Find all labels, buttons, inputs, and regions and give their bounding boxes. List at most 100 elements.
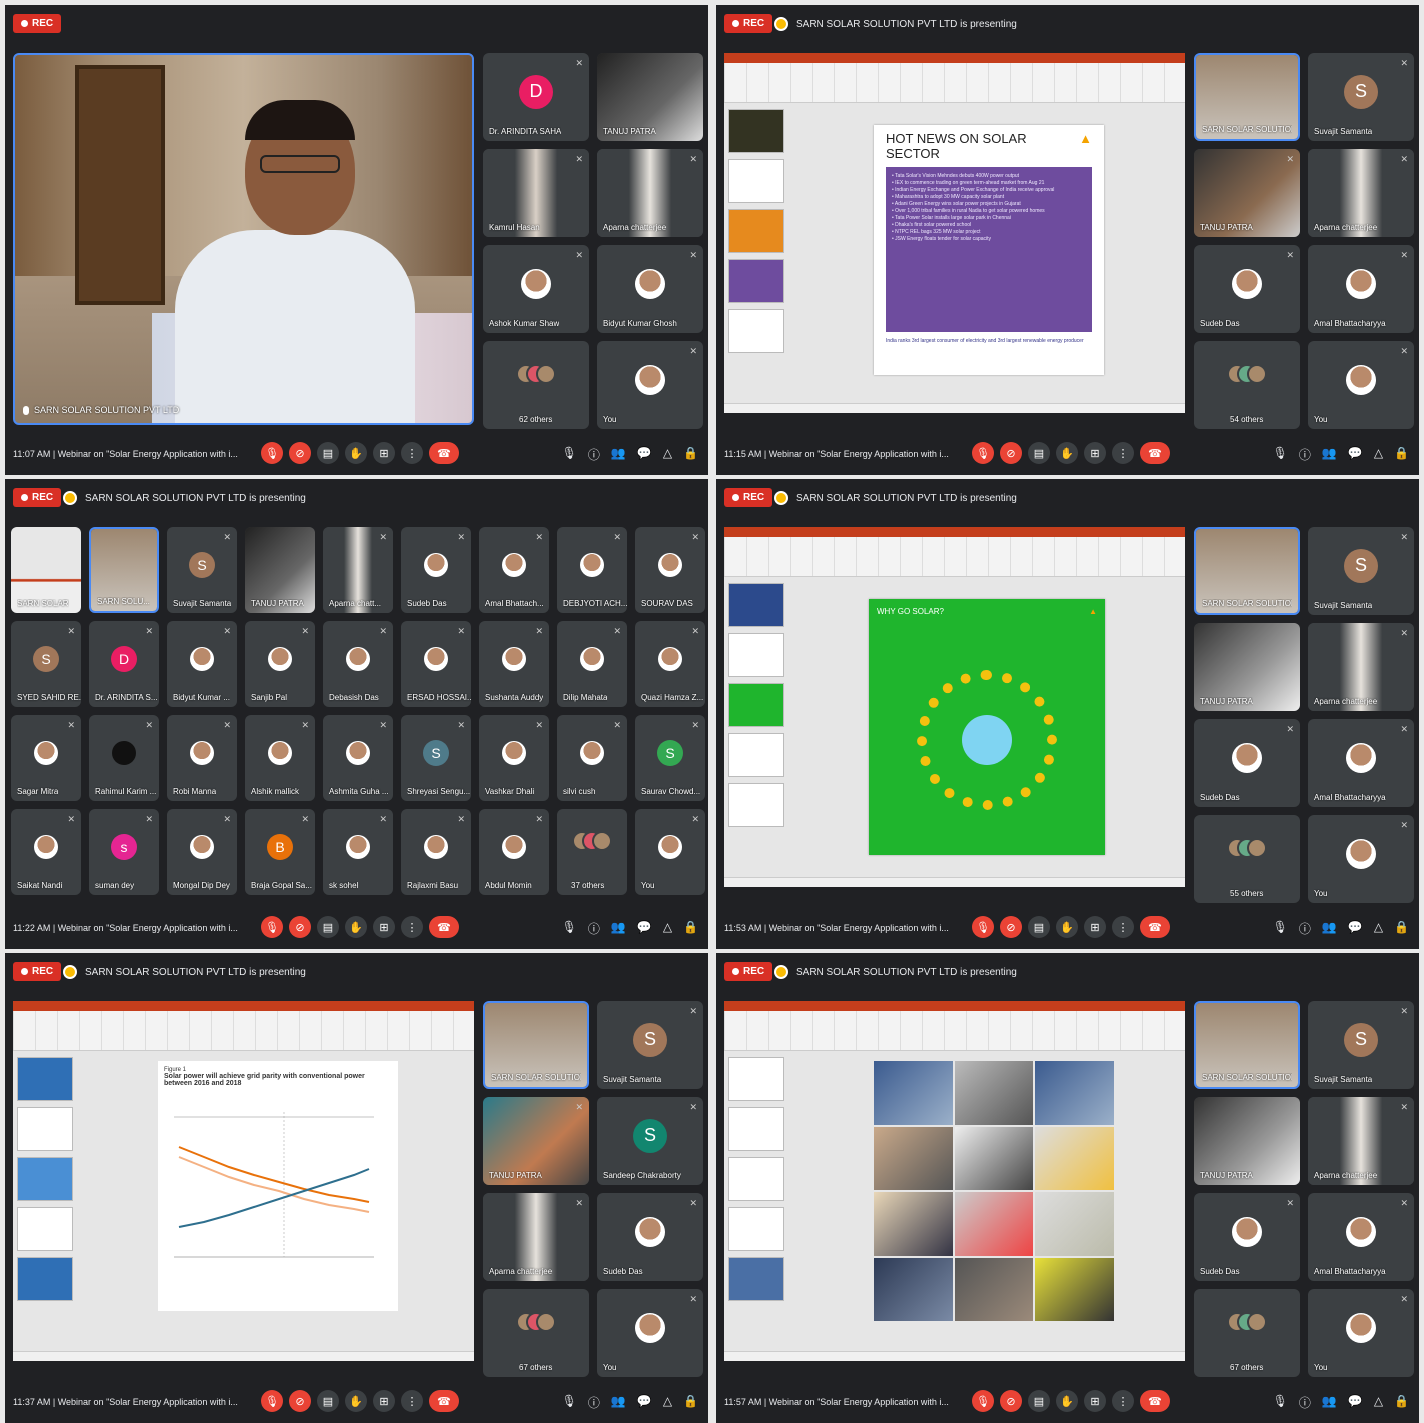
- participant-tile[interactable]: ✕ Sushanta Auddy: [479, 621, 549, 707]
- participant-tile[interactable]: ✕ Sudeb Das: [597, 1193, 703, 1281]
- more-icon[interactable]: ⋮: [1112, 442, 1134, 464]
- participant-tile[interactable]: ✕ Amal Bhattacharyya: [1308, 245, 1414, 333]
- more-icon[interactable]: ⋮: [1112, 916, 1134, 938]
- self-tile[interactable]: ✕ You: [597, 341, 703, 429]
- info-icon[interactable]: ⓘ: [588, 920, 600, 937]
- others-tile[interactable]: 62 others: [483, 341, 589, 429]
- participant-tile[interactable]: S ✕ Saurav Chowd...: [635, 715, 705, 801]
- captions-icon[interactable]: ▤: [317, 442, 339, 464]
- mic-off-icon[interactable]: 🎙: [261, 442, 283, 464]
- hand-icon[interactable]: ✋: [345, 442, 367, 464]
- mic-off-icon[interactable]: 🎙: [972, 1390, 994, 1412]
- present-icon[interactable]: ⊞: [1084, 1390, 1106, 1412]
- participant-tile[interactable]: ✕ Sagar Mitra: [11, 715, 81, 801]
- others-tile[interactable]: 55 others: [1194, 815, 1300, 903]
- camera-off-icon[interactable]: ⊘: [1000, 442, 1022, 464]
- captions-icon[interactable]: ▤: [1028, 442, 1050, 464]
- people-icon[interactable]: 👥: [1322, 446, 1337, 463]
- mic-off-icon[interactable]: 🎙: [972, 916, 994, 938]
- mic-icon[interactable]: 🎙: [562, 1394, 577, 1411]
- participant-tile[interactable]: ✕ Rahimul Karim ...: [89, 715, 159, 801]
- participant-tile[interactable]: ✕ Saikat Nandi: [11, 809, 81, 895]
- participant-tile[interactable]: ✕ Sudeb Das: [1194, 245, 1300, 333]
- camera-off-icon[interactable]: ⊘: [289, 1390, 311, 1412]
- end-call-button[interactable]: ☎: [429, 916, 459, 938]
- participant-tile[interactable]: ✕ Mongal Dip Dey: [167, 809, 237, 895]
- main-speaker-video[interactable]: SARN SOLAR SOLUTION PVT LTD: [13, 53, 474, 425]
- participant-tile[interactable]: ✕ silvi cush: [557, 715, 627, 801]
- participant-tile[interactable]: S ✕ Sandeep Chakraborty: [597, 1097, 703, 1185]
- lock-icon[interactable]: 🔒: [683, 446, 698, 463]
- lock-icon[interactable]: 🔒: [683, 920, 698, 937]
- info-icon[interactable]: ⓘ: [1299, 1394, 1311, 1411]
- participant-tile[interactable]: ✕ TANUJ PATRA: [483, 1097, 589, 1185]
- camera-off-icon[interactable]: ⊘: [289, 916, 311, 938]
- participant-tile[interactable]: SARN SOLAR SOLUTION: [1194, 527, 1300, 615]
- participant-tile[interactable]: S ✕ Shreyasi Sengu...: [401, 715, 471, 801]
- participant-tile[interactable]: ✕ Sanjib Pal: [245, 621, 315, 707]
- participant-tile[interactable]: ✕ Aparna chatterjee: [1308, 1097, 1414, 1185]
- participant-tile[interactable]: ✕ Ashmita Guha ...: [323, 715, 393, 801]
- present-icon[interactable]: ⊞: [373, 916, 395, 938]
- participant-tile[interactable]: ✕ Aparna chatterjee: [597, 149, 703, 237]
- info-icon[interactable]: ⓘ: [588, 446, 600, 463]
- participant-tile[interactable]: ✕ Kamrul Hasan: [483, 149, 589, 237]
- activities-icon[interactable]: △: [663, 1394, 672, 1411]
- mic-icon[interactable]: 🎙: [1273, 446, 1288, 463]
- hand-icon[interactable]: ✋: [1056, 442, 1078, 464]
- more-icon[interactable]: ⋮: [401, 916, 423, 938]
- participant-tile[interactable]: ✕ Amal Bhattach...: [479, 527, 549, 613]
- chat-icon[interactable]: 💬: [1348, 920, 1363, 937]
- shared-presentation[interactable]: Figure 1 Solar power will achieve grid p…: [13, 1001, 474, 1361]
- camera-off-icon[interactable]: ⊘: [1000, 916, 1022, 938]
- others-tile[interactable]: 67 others: [483, 1289, 589, 1377]
- shared-presentation[interactable]: WHY GO SOLAR? ▲: [724, 527, 1185, 887]
- participant-tile[interactable]: ✕ SOURAV DAS: [635, 527, 705, 613]
- chat-icon[interactable]: 💬: [637, 920, 652, 937]
- participant-tile[interactable]: SARN SOLAR: [11, 527, 81, 613]
- chat-icon[interactable]: 💬: [637, 446, 652, 463]
- end-call-button[interactable]: ☎: [1140, 916, 1170, 938]
- participant-tile[interactable]: S ✕ Suvajit Samanta: [1308, 1001, 1414, 1089]
- chat-icon[interactable]: 💬: [1348, 1394, 1363, 1411]
- people-icon[interactable]: 👥: [1322, 920, 1337, 937]
- more-icon[interactable]: ⋮: [401, 442, 423, 464]
- people-icon[interactable]: 👥: [611, 920, 626, 937]
- self-tile[interactable]: ✕ You: [1308, 1289, 1414, 1377]
- participant-tile[interactable]: s ✕ suman dey: [89, 809, 159, 895]
- mic-icon[interactable]: 🎙: [562, 446, 577, 463]
- participant-tile[interactable]: S ✕ SYED SAHID RE...: [11, 621, 81, 707]
- participant-tile[interactable]: SARN SOLAR SOLUTION: [1194, 1001, 1300, 1089]
- people-icon[interactable]: 👥: [1322, 1394, 1337, 1411]
- participant-tile[interactable]: ✕ TANUJ PATRA: [1194, 149, 1300, 237]
- mic-off-icon[interactable]: 🎙: [261, 1390, 283, 1412]
- participant-tile[interactable]: S ✕ Suvajit Samanta: [1308, 527, 1414, 615]
- self-tile[interactable]: ✕ You: [1308, 815, 1414, 903]
- others-tile[interactable]: 37 others: [557, 809, 627, 895]
- participant-tile[interactable]: ✕ ERSAD HOSSAI...: [401, 621, 471, 707]
- activities-icon[interactable]: △: [663, 446, 672, 463]
- participant-tile[interactable]: ✕ Robi Manna: [167, 715, 237, 801]
- camera-off-icon[interactable]: ⊘: [1000, 1390, 1022, 1412]
- participant-tile[interactable]: ✕ Amal Bhattacharyya: [1308, 719, 1414, 807]
- others-tile[interactable]: 54 others: [1194, 341, 1300, 429]
- participant-tile[interactable]: TANUJ PATRA: [1194, 623, 1300, 711]
- chat-icon[interactable]: 💬: [1348, 446, 1363, 463]
- end-call-button[interactable]: ☎: [1140, 1390, 1170, 1412]
- participant-tile[interactable]: ✕ Aparna chatterjee: [1308, 623, 1414, 711]
- present-icon[interactable]: ⊞: [1084, 916, 1106, 938]
- participant-tile[interactable]: B ✕ Braja Gopal Sa...: [245, 809, 315, 895]
- more-icon[interactable]: ⋮: [401, 1390, 423, 1412]
- more-icon[interactable]: ⋮: [1112, 1390, 1134, 1412]
- people-icon[interactable]: 👥: [611, 1394, 626, 1411]
- participant-tile[interactable]: ✕ Bidyut Kumar ...: [167, 621, 237, 707]
- people-icon[interactable]: 👥: [611, 446, 626, 463]
- participant-tile[interactable]: D ✕ Dr. ARINDITA S...: [89, 621, 159, 707]
- participant-tile[interactable]: ✕ Ashok Kumar Shaw: [483, 245, 589, 333]
- info-icon[interactable]: ⓘ: [1299, 920, 1311, 937]
- info-icon[interactable]: ⓘ: [1299, 446, 1311, 463]
- end-call-button[interactable]: ☎: [429, 442, 459, 464]
- present-icon[interactable]: ⊞: [1084, 442, 1106, 464]
- shared-presentation[interactable]: HOT NEWS ON SOLAR SECTOR ▲ • Tata Solar's…: [724, 53, 1185, 413]
- activities-icon[interactable]: △: [1374, 446, 1383, 463]
